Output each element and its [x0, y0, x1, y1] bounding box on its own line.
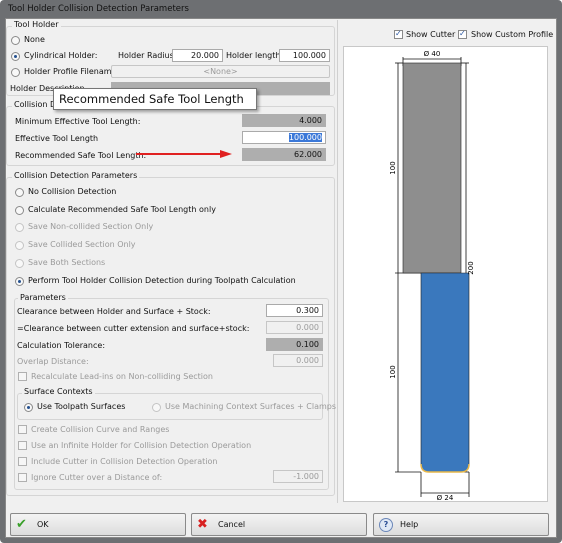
total-length-dim: 200 — [467, 261, 475, 274]
effective-length-selected-text: 100.000 — [288, 133, 322, 142]
effective-length-input[interactable]: 100.000 — [242, 131, 326, 144]
help-icon: ? — [379, 518, 393, 532]
collision-option-label: Calculate Recommended Safe Tool Length o… — [28, 205, 216, 214]
tool-preview-canvas: Ø 40 Ø 24 100 100 200 — [343, 46, 548, 502]
overlap-label: Overlap Distance: — [17, 357, 89, 366]
red-arrow-annotation — [136, 150, 232, 158]
collision-option-radio[interactable] — [15, 223, 24, 232]
include-cutter-checkbox[interactable] — [18, 457, 27, 466]
recalc-checkbox[interactable] — [18, 372, 27, 381]
profile-radio[interactable] — [11, 68, 20, 77]
holder-length-input[interactable]: 100.000 — [279, 49, 330, 62]
ext-clearance-input: 0.000 — [266, 321, 323, 334]
holder-diameter-dim: Ø 40 — [424, 50, 441, 58]
cancel-x-icon: ✖ — [197, 517, 208, 532]
collision-option-radio[interactable] — [15, 188, 24, 197]
infinite-holder-label: Use an Infinite Holder for Collision Det… — [31, 441, 252, 450]
collision-option-label: Perform Tool Holder Collision Detection … — [28, 276, 296, 285]
use-machining-label: Use Machining Context Surfaces + Clamps — [165, 402, 337, 411]
collision-option-label: Save Non-collided Section Only — [28, 222, 154, 231]
profile-filename-button[interactable]: <None> — [111, 65, 330, 78]
create-curve-label: Create Collision Curve and Ranges — [31, 425, 170, 434]
show-profile-label: Show Custom Profile — [471, 30, 554, 39]
ignore-cutter-label: Ignore Cutter over a Distance of: — [31, 473, 163, 482]
recommended-length-value: 62.000 — [242, 148, 326, 161]
recalc-label: Recalculate Lead-ins on Non-colliding Se… — [31, 372, 213, 381]
none-radio[interactable] — [11, 36, 20, 45]
cylindrical-holder-label: Cylindrical Holder: — [24, 51, 98, 60]
tooltip: Recommended Safe Tool Length — [53, 88, 257, 110]
collision-params-group-label: Collision Detection Parameters — [12, 171, 140, 180]
recommended-length-label: Recommended Safe Tool Length: — [15, 151, 147, 160]
collision-option-label: Save Collided Section Only — [28, 240, 136, 249]
holder-shape — [402, 62, 462, 274]
holder-radius-input[interactable]: 20.000 — [172, 49, 223, 62]
include-cutter-label: Include Cutter in Collision Detection Op… — [31, 457, 218, 466]
use-toolpath-radio[interactable] — [24, 403, 33, 412]
collision-option-label: Save Both Sections — [28, 258, 106, 267]
ok-button[interactable]: ✔ OK — [10, 513, 186, 536]
show-cutter-checkbox[interactable] — [394, 29, 403, 39]
ignore-cutter-input: -1.000 — [273, 470, 323, 483]
cancel-label: Cancel — [218, 520, 246, 529]
holder-length-label: Holder length: — [226, 51, 284, 60]
overlap-input: 0.000 — [273, 354, 323, 367]
collision-option-radio[interactable] — [15, 241, 24, 250]
min-length-value: 4.000 — [242, 114, 326, 127]
effective-length-label: Effective Tool Length — [15, 134, 99, 143]
tolerance-value: 0.100 — [266, 338, 323, 351]
none-label: None — [24, 35, 45, 44]
use-toolpath-label: Use Toolpath Surfaces — [37, 402, 126, 411]
cutter-length-dim: 100 — [389, 365, 397, 378]
collision-option-radio[interactable] — [15, 277, 24, 286]
infinite-holder-checkbox[interactable] — [18, 441, 27, 450]
tool-holder-group-label: Tool Holder — [12, 20, 61, 29]
ignore-cutter-checkbox[interactable] — [18, 473, 27, 482]
profile-label: Holder Profile Filename — [24, 67, 117, 76]
help-button[interactable]: ? Help — [373, 513, 549, 536]
collision-option-label: No Collision Detection — [28, 187, 117, 196]
parameters-subgroup-label: Parameters — [18, 293, 68, 302]
collision-option-radio[interactable] — [15, 259, 24, 268]
ok-label: OK — [37, 520, 49, 529]
cutter-diameter-dim: Ø 24 — [437, 494, 454, 502]
collision-option-radio[interactable] — [15, 206, 24, 215]
cancel-button[interactable]: ✖ Cancel — [191, 513, 367, 536]
ext-clearance-label: =Clearance between cutter extension and … — [17, 324, 250, 333]
surface-contexts-label: Surface Contexts — [22, 387, 95, 396]
window-title: Tool Holder Collision Detection Paramete… — [8, 4, 189, 14]
show-profile-checkbox[interactable] — [458, 29, 467, 39]
create-curve-checkbox[interactable] — [18, 425, 27, 434]
cylindrical-holder-radio[interactable] — [11, 52, 20, 61]
clearance-input[interactable]: 0.300 — [266, 304, 323, 317]
holder-radius-label: Holder Radius: — [118, 51, 177, 60]
show-cutter-label: Show Cutter — [406, 30, 456, 39]
checkmark-icon: ✔ — [16, 517, 27, 532]
tolerance-label: Calculation Tolerance: — [17, 341, 106, 350]
cutter-shape — [420, 272, 470, 473]
use-machining-radio[interactable] — [152, 403, 161, 412]
holder-length-dim: 100 — [389, 161, 397, 174]
help-label: Help — [400, 520, 419, 529]
clearance-label: Clearance between Holder and Surface + S… — [17, 307, 211, 316]
min-length-label: Minimum Effective Tool Length: — [15, 117, 141, 126]
